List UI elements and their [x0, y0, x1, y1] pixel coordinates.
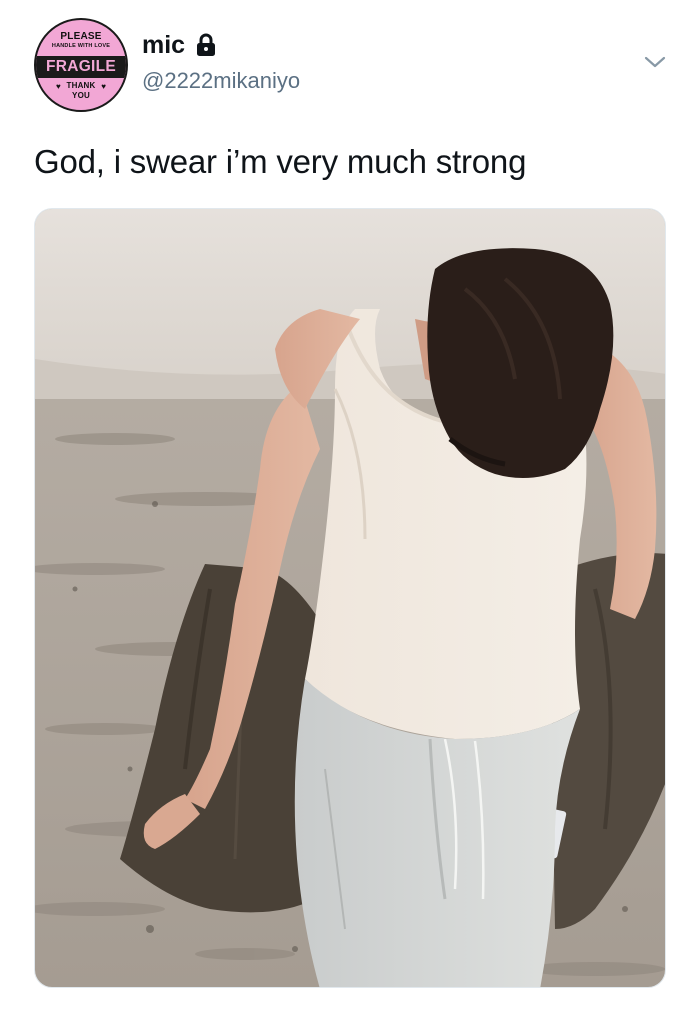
avatar-text-please: PLEASE — [60, 31, 102, 42]
chevron-down-icon[interactable] — [641, 52, 669, 72]
avatar-text-thank: THANK — [66, 81, 96, 90]
display-name[interactable]: mic — [142, 30, 185, 60]
tweet-text: God, i swear i’m very much strong — [34, 143, 527, 180]
avatar-text-you: YOU — [72, 91, 90, 100]
tweet-photo[interactable] — [34, 208, 666, 988]
heart-icon: ♥ — [101, 82, 106, 91]
avatar[interactable]: PLEASE HANDLE WITH LOVE FRAGILE ♥ THANK … — [34, 18, 128, 112]
lock-icon — [195, 33, 217, 57]
photo-illustration — [35, 209, 665, 987]
tweet-card: PLEASE HANDLE WITH LOVE FRAGILE ♥ THANK … — [0, 0, 700, 1024]
user-name-row[interactable]: mic — [142, 30, 217, 60]
user-handle[interactable]: @2222mikaniyo — [142, 66, 300, 96]
avatar-text-fragile: FRAGILE — [36, 56, 126, 78]
avatar-text-handle-with-love: HANDLE WITH LOVE — [51, 43, 111, 49]
